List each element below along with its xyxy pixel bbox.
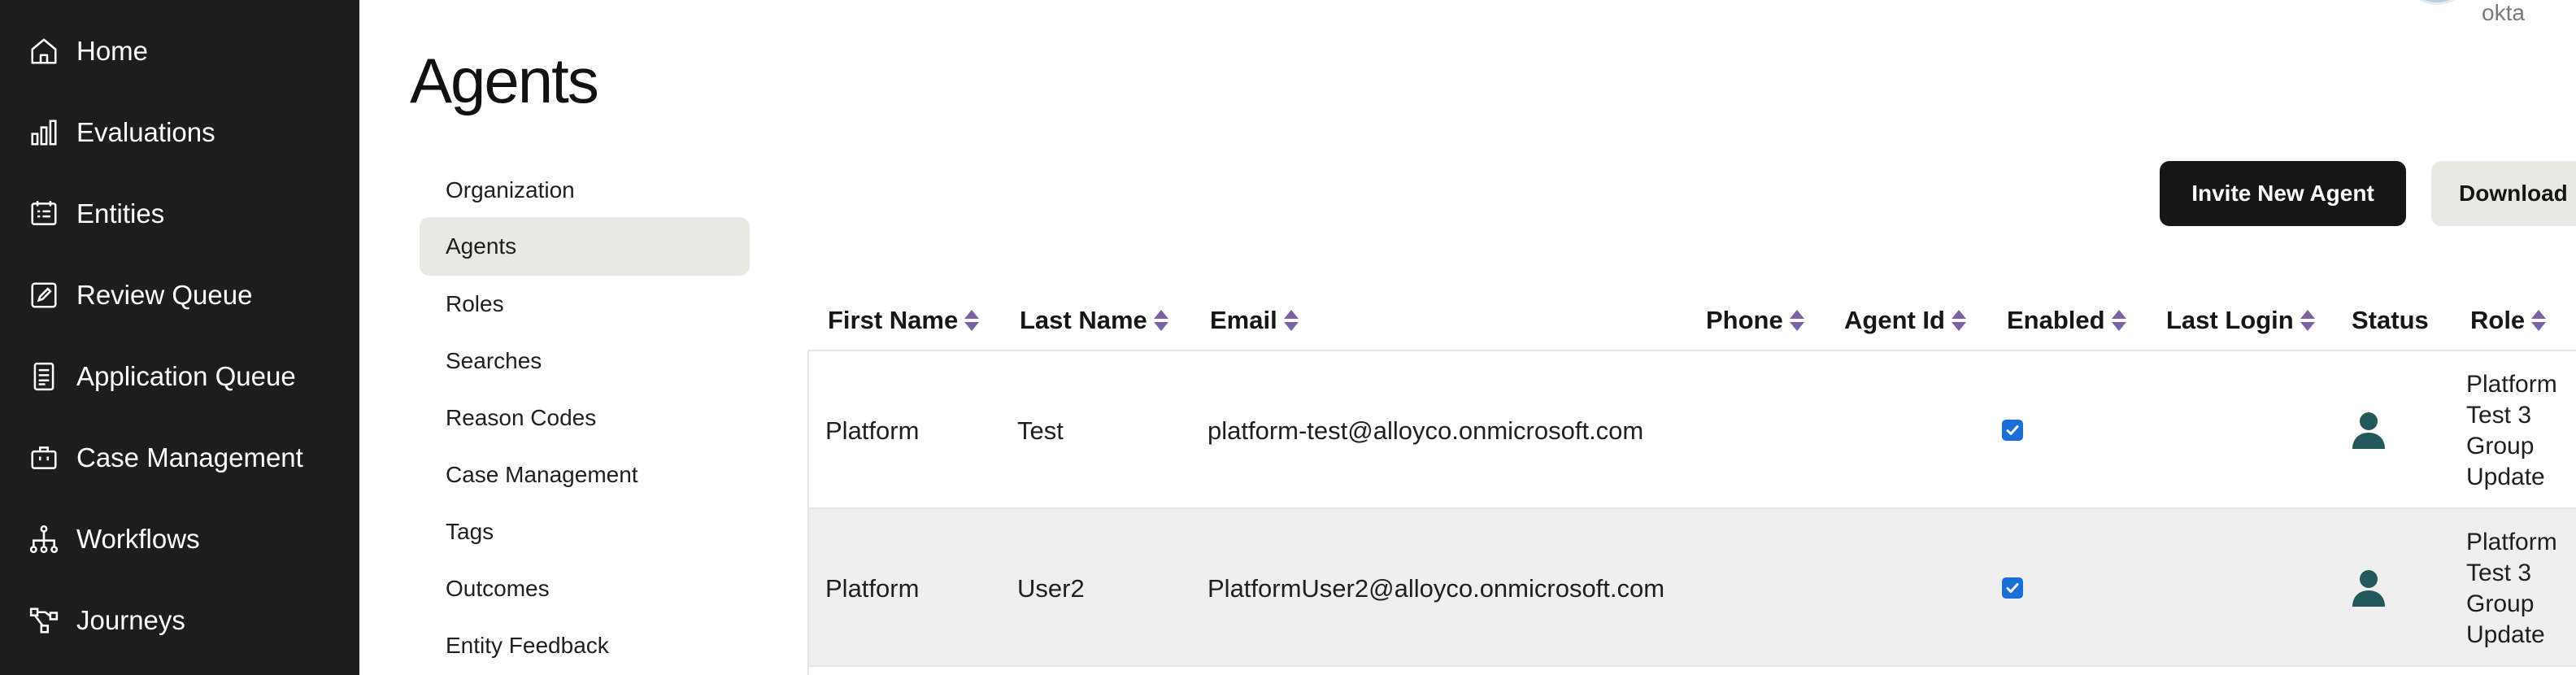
- subnav-item-tags[interactable]: Tags: [420, 503, 750, 561]
- column-header-label: Last Name: [1020, 306, 1147, 334]
- sort-icon: [1153, 309, 1168, 332]
- column-header-label: Email: [1210, 306, 1277, 334]
- journey-icon: [28, 604, 60, 637]
- column-header-enabled[interactable]: Enabled: [2007, 301, 2126, 340]
- sidebar-item-label: Journeys: [76, 605, 185, 635]
- sort-icon: [1789, 309, 1804, 332]
- subnav-item-organization[interactable]: Organization: [420, 161, 750, 220]
- cell-role: Platform Test 3 Group Update: [2466, 529, 2557, 648]
- sidebar-item-label: Case Management: [76, 442, 303, 472]
- subnav-item-reason-codes[interactable]: Reason Codes: [420, 389, 750, 447]
- column-header-phone[interactable]: Phone: [1706, 301, 1804, 340]
- column-header-label: Role: [2470, 306, 2526, 334]
- sidebar-item-review-queue[interactable]: Review Queue: [0, 263, 359, 328]
- sort-icon: [2300, 309, 2315, 332]
- sidebar-item-label: Entities: [76, 198, 165, 229]
- enabled-checkbox[interactable]: [2002, 577, 2023, 599]
- table-row[interactable]: Platform User2 PlatformUser2@alloyco.onm…: [809, 509, 2576, 667]
- column-header-label: Phone: [1706, 306, 1783, 334]
- list-card-icon: [28, 198, 60, 230]
- edit-icon: [28, 279, 60, 311]
- sidebar-item-label: Workflows: [76, 524, 200, 554]
- check-icon: [2006, 425, 2019, 435]
- subnav-item-searches[interactable]: Searches: [420, 332, 750, 390]
- subnav-item-case-management[interactable]: Case Management: [420, 446, 750, 504]
- subnav-item-roles[interactable]: Roles: [420, 275, 750, 333]
- sidebar-item-journeys[interactable]: Journeys: [0, 588, 359, 653]
- avatar[interactable]: [2400, 0, 2474, 5]
- enabled-checkbox[interactable]: [2002, 420, 2023, 441]
- column-header-label: Enabled: [2007, 306, 2105, 334]
- workflow-icon: [28, 523, 60, 555]
- sort-icon: [964, 309, 980, 332]
- column-header-label: First Name: [828, 306, 959, 334]
- download-button[interactable]: Download: [2431, 161, 2576, 226]
- column-header-status: Status: [2352, 301, 2429, 340]
- sidebar-item-label: Evaluations: [76, 117, 215, 147]
- subnav-item-outcomes[interactable]: Outcomes: [420, 560, 750, 618]
- cell-last-name: User2: [1017, 574, 1085, 603]
- sidebar: Home Evaluations Entities Review Queue A…: [0, 0, 359, 675]
- column-header-email[interactable]: Email: [1210, 301, 1299, 340]
- document-icon: [28, 360, 60, 393]
- column-header-first-name[interactable]: First Name: [828, 301, 980, 340]
- sort-icon: [2111, 309, 2126, 332]
- column-header-last-name[interactable]: Last Name: [1020, 301, 1168, 340]
- cell-role: Platform Test 3 Group Update: [2466, 371, 2557, 490]
- sidebar-item-application-queue[interactable]: Application Queue: [0, 344, 359, 409]
- sidebar-item-entities[interactable]: Entities: [0, 181, 359, 246]
- org-name: okta: [2482, 0, 2525, 25]
- sidebar-item-evaluations[interactable]: Evaluations: [0, 100, 359, 165]
- table-row[interactable]: Platform Test platform-test@alloyco.onmi…: [809, 351, 2576, 509]
- page-title: Agents: [410, 45, 599, 116]
- column-header-label: Status: [2352, 306, 2429, 334]
- cell-first-name: Platform: [825, 416, 920, 445]
- cell-first-name: Platform: [825, 574, 920, 603]
- sidebar-item-case-management[interactable]: Case Management: [0, 425, 359, 490]
- sidebar-item-workflows[interactable]: Workflows: [0, 507, 359, 572]
- sidebar-item-label: Review Queue: [76, 280, 253, 310]
- subnav-item-agents[interactable]: Agents: [420, 217, 750, 276]
- check-icon: [2006, 583, 2019, 593]
- user-icon: [2352, 570, 2385, 607]
- sort-icon: [1952, 309, 1966, 332]
- column-header-label: Last Login: [2166, 306, 2294, 334]
- subnav-item-entity-feedback[interactable]: Entity Feedback: [420, 616, 750, 675]
- bar-chart-icon: [28, 116, 60, 149]
- home-icon: [28, 35, 60, 68]
- sidebar-item-label: Home: [76, 36, 149, 66]
- cell-last-name: Test: [1017, 416, 1064, 445]
- column-header-role[interactable]: Role: [2470, 301, 2547, 340]
- invite-new-agent-button[interactable]: Invite New Agent: [2160, 161, 2406, 226]
- cell-email: PlatformUser2@alloyco.onmicrosoft.com: [1208, 574, 1665, 603]
- briefcase-icon: [28, 442, 60, 474]
- sidebar-item-label: Application Queue: [76, 361, 296, 391]
- sort-icon: [2531, 309, 2547, 332]
- cell-email: platform-test@alloyco.onmicrosoft.com: [1208, 416, 1644, 445]
- sort-icon: [1283, 309, 1299, 332]
- column-header-agent-id[interactable]: Agent Id: [1844, 301, 1966, 340]
- user-icon: [2352, 412, 2385, 449]
- sidebar-item-home[interactable]: Home: [0, 19, 359, 84]
- column-header-label: Agent Id: [1844, 306, 1945, 334]
- column-header-last-login[interactable]: Last Login: [2166, 301, 2315, 340]
